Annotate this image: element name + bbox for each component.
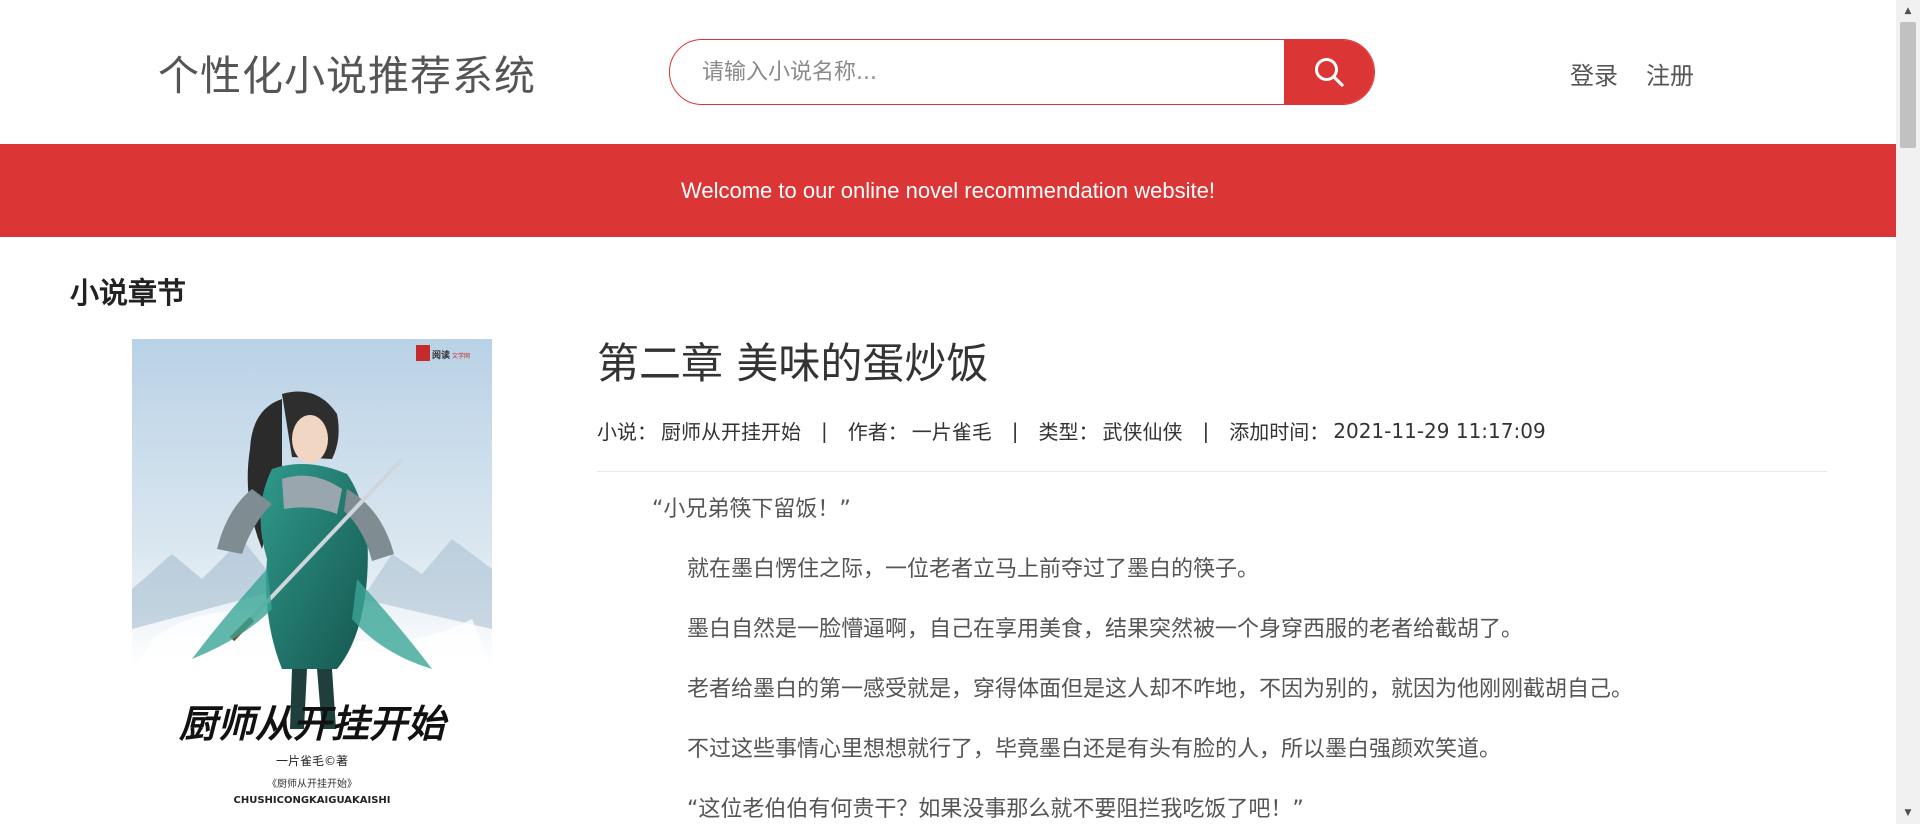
chapter-meta: 小说： 厨师从开挂开始 | 作者： 一片雀毛 | 类型： 武侠仙侠 | 添加时间… (597, 416, 1546, 445)
scrollbar-thumb[interactable] (1900, 22, 1916, 148)
author-label: 作者： (847, 420, 908, 444)
search-icon (1315, 58, 1344, 87)
chapter-paragraph: “小兄弟筷下留饭！” (652, 497, 851, 522)
arrow-down-icon[interactable]: ▼ (1896, 804, 1920, 822)
svg-text:CHUSHICONGKAIGUAKAISHI: CHUSHICONGKAIGUAKAISHI (233, 795, 390, 806)
section-title: 小说章节 (70, 276, 187, 310)
auth-nav: 登录 注册 (1570, 56, 1694, 91)
genre-value: 武侠仙侠 (1102, 420, 1183, 444)
register-link[interactable]: 注册 (1646, 56, 1694, 91)
meta-separator: | (821, 418, 828, 443)
svg-text:一片雀毛©著: 一片雀毛©著 (276, 754, 348, 768)
genre-label: 类型： (1038, 420, 1099, 444)
chapter-paragraph: 不过这些事情心里想想就行了，毕竟墨白还是有头有脸的人，所以墨白强颜欢笑道。 (687, 737, 1502, 762)
welcome-banner: Welcome to our online novel recommendati… (0, 144, 1896, 237)
meta-separator: | (1011, 418, 1019, 443)
novel-label: 小说： (597, 420, 657, 444)
svg-text:文学网: 文学网 (452, 352, 470, 360)
welcome-text: Welcome to our online novel recommendati… (681, 177, 1215, 203)
book-cover: 阅读 文学网 厨师从开挂开始 一片雀毛©著 《厨师从开挂开始》 CHUSHICO… (132, 339, 492, 809)
author-name: 一片雀毛 (911, 420, 992, 444)
search-button[interactable] (1284, 40, 1374, 104)
search-input[interactable] (670, 40, 1284, 104)
chapter-paragraph: 老者给墨白的第一感受就是，穿得体面但是这人却不咋地，不因为别的，就因为他刚刚截胡… (687, 677, 1634, 702)
svg-text:阅读: 阅读 (432, 349, 450, 361)
page-scrollbar[interactable]: ▲ ▼ (1896, 0, 1920, 824)
arrow-up-icon[interactable]: ▲ (1896, 2, 1920, 20)
novel-name: 厨师从开挂开始 (661, 420, 801, 444)
chapter-content: “小兄弟筷下留饭！” 就在墨白愣住之际，一位老者立马上前夺过了墨白的筷子。 墨白… (597, 480, 1827, 840)
publisher-logo (416, 345, 430, 361)
added-time-label: 添加时间： (1229, 420, 1330, 444)
site-title[interactable]: 个性化小说推荐系统 (158, 42, 536, 102)
chapter-paragraph: 墨白自然是一脸懵逼啊，自己在享用美食，结果突然被一个身穿西服的老者给截胡了。 (687, 617, 1524, 642)
site-header: 个性化小说推荐系统 登录 注册 (0, 0, 1896, 144)
meta-divider (597, 471, 1827, 472)
search-form (669, 39, 1375, 105)
added-time-value: 2021-11-29 11:17:09 (1333, 418, 1546, 443)
meta-separator: | (1202, 418, 1210, 443)
chapter-paragraph: “这位老伯伯有何贵干？如果没事那么就不要阻拦我吃饭了吧！” (687, 797, 1304, 822)
svg-text:厨师从开挂开始: 厨师从开挂开始 (179, 701, 449, 746)
chapter-paragraph: 就在墨白愣住之际，一位老者立马上前夺过了墨白的筷子。 (687, 557, 1260, 582)
book-cover-illustration: 阅读 文学网 厨师从开挂开始 一片雀毛©著 《厨师从开挂开始》 CHUSHICO… (132, 339, 492, 809)
login-link[interactable]: 登录 (1570, 56, 1618, 91)
svg-text:《厨师从开挂开始》: 《厨师从开挂开始》 (267, 777, 357, 790)
chapter-title: 第二章 美味的蛋炒饭 (597, 339, 989, 388)
